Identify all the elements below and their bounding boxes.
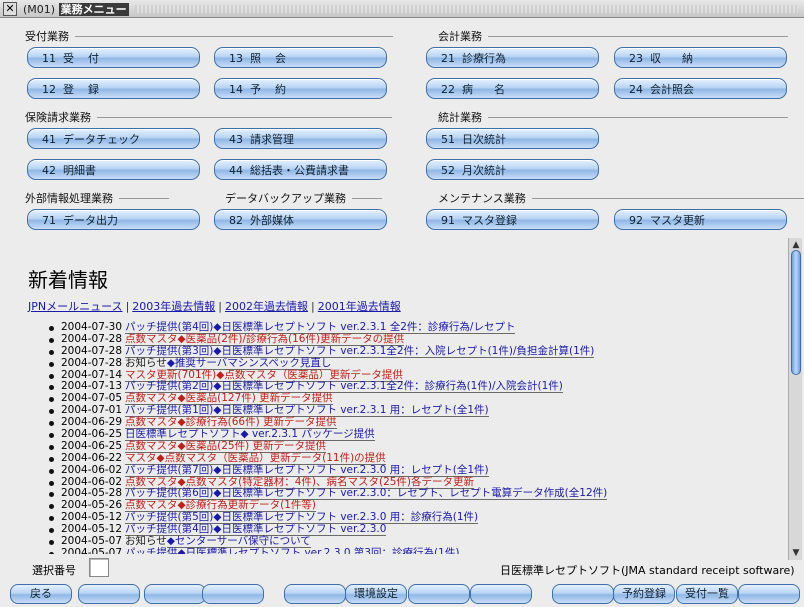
news-item: 2004-05-07 パッチ提供◆日医標準レセプトソフト ver.2.3.0 第3… <box>49 546 607 554</box>
news-item: 2004-07-28 点数マスタ◆医薬品(2件)/診療行為(16件)更新データの提… <box>49 332 607 346</box>
news-date: 2004-06-02 <box>61 475 123 488</box>
window-title-text: 業務メニュー <box>58 2 129 16</box>
button-43-claim-management[interactable]: 43 請求管理 <box>214 128 387 149</box>
news-item: 2004-06-22 マスタ◆点数マスタ（医薬品）更新データ(11件)の提供 <box>49 451 607 465</box>
button-21-treatment[interactable]: 21 診療行為 <box>426 47 599 68</box>
button-71-data-output[interactable]: 71 データ出力 <box>27 209 200 230</box>
news-archive-links: JPNメールニュース | 2003年過去情報 | 2002年過去情報 | 2001年過去情報 <box>28 300 401 313</box>
button-82-external-media[interactable]: 82 外部媒体 <box>214 209 387 230</box>
button-24-accounting-inquiry[interactable]: 24 会計照会 <box>614 78 787 99</box>
scroll-down-arrow-icon[interactable]: ▼ <box>789 546 803 560</box>
link-2002-archive[interactable]: 2002年過去情報 <box>225 300 308 313</box>
news-item: 2004-06-25 点数マスタ◆医薬品(25件) 更新データ提供 <box>49 439 607 453</box>
fkey-8[interactable] <box>470 584 532 604</box>
fkey-2[interactable] <box>78 584 140 604</box>
button-11-reception[interactable]: 11 受 付 <box>27 47 200 68</box>
button-13-inquiry[interactable]: 13 照 会 <box>214 47 387 68</box>
fkey-10-reservation-register[interactable]: 予約登録 <box>613 584 675 604</box>
news-link[interactable]: 点数マスタ◆医薬品(25件) 更新データ提供 <box>125 439 326 453</box>
news-scrollbar[interactable]: ▲ ▼ <box>788 238 802 560</box>
news-date: 2004-05-12 <box>61 511 123 524</box>
group-label-reception: 受付業務 <box>25 28 393 44</box>
news-date: 2004-07-28 <box>61 332 123 345</box>
group-label-statistics: 統計業務 <box>438 109 788 125</box>
scrollbar-thumb[interactable] <box>791 250 801 375</box>
button-92-master-update[interactable]: 92 マスタ更新 <box>614 209 787 230</box>
group-label-accounting: 会計業務 <box>438 28 788 44</box>
fkey-7[interactable] <box>408 584 470 604</box>
news-date: 2004-05-26 <box>61 499 123 512</box>
window-title: (M01) 業務メニュー <box>23 1 129 17</box>
fkey-6-env-settings[interactable]: 環境設定 <box>345 584 407 604</box>
fkey-1-back[interactable]: 戻る <box>10 584 72 604</box>
link-jpn-mail-news[interactable]: JPNメールニュース <box>28 300 123 313</box>
select-number-label: 選択番号 <box>32 564 76 577</box>
news-date: 2004-07-28 <box>61 344 123 357</box>
news-date: 2004-07-28 <box>61 356 123 369</box>
news-date: 2004-06-22 <box>61 451 123 464</box>
button-51-daily-stats[interactable]: 51 日次統計 <box>426 128 599 149</box>
link-2003-archive[interactable]: 2003年過去情報 <box>132 300 215 313</box>
link-2001-archive[interactable]: 2001年過去情報 <box>318 300 401 313</box>
news-panel: 新着情報 JPNメールニュース | 2003年過去情報 | 2002年過去情報 | 2001… <box>23 262 783 554</box>
news-item: 2004-07-28 お知らせ◆推奨サーバマシンスペック見直し <box>49 356 607 370</box>
fkey-4[interactable] <box>202 584 264 604</box>
button-44-summary-public-claim[interactable]: 44 総括表・公費請求書 <box>214 159 387 180</box>
news-date: 2004-05-07 <box>61 535 123 548</box>
window-id: (M01) <box>23 2 56 16</box>
news-date: 2004-05-28 <box>61 487 123 500</box>
news-item: 2004-06-02 パッチ提供(第7回)◆日医標準レセプトソフト ver.2.3… <box>49 463 607 477</box>
group-label-backup: データバックアップ業務 <box>225 190 382 206</box>
news-link[interactable]: ◆推奨サーバマシンスペック見直し <box>166 356 332 370</box>
news-title: 新着情報 <box>28 268 108 292</box>
button-12-register[interactable]: 12 登 録 <box>27 78 200 99</box>
fkey-3[interactable] <box>144 584 206 604</box>
title-bar-stripes <box>134 4 798 13</box>
news-date: 2004-06-29 <box>61 416 123 429</box>
news-link[interactable]: 点数マスタ◆医薬品(2件)/診療行為(16件)更新データの提供 <box>125 332 405 346</box>
news-category: お知らせ <box>125 356 167 369</box>
news-link[interactable]: パッチ提供(第7回)◆日医標準レセプトソフト ver.2.3.0 用：レセプト(… <box>125 463 489 477</box>
news-date: 2004-06-25 <box>61 439 123 452</box>
group-label-maintenance: メンテナンス業務 <box>438 190 804 206</box>
news-link[interactable]: パッチ提供◆日医標準レセプトソフト ver.2.3.0 第3回：診療行為(1件) <box>125 546 460 554</box>
news-date: 2004-06-25 <box>61 428 123 441</box>
button-14-reservation[interactable]: 14 予 約 <box>214 78 387 99</box>
application-name: 日医標準レセプトソフト(JMA standard receipt softwar… <box>500 564 795 577</box>
news-link[interactable]: マスタ◆点数マスタ（医薬品）更新データ(11件)の提供 <box>125 451 386 465</box>
fkey-5[interactable] <box>284 584 346 604</box>
news-link[interactable]: パッチ提供(第3回)◆日医標準レセプトソフト ver.2.3.1全2件：入院レセ… <box>125 344 595 358</box>
button-91-master-register[interactable]: 91 マスタ登録 <box>426 209 599 230</box>
fkey-12[interactable] <box>738 584 800 604</box>
news-date: 2004-07-30 <box>61 321 123 333</box>
button-22-disease-name[interactable]: 22 病 名 <box>426 78 599 99</box>
news-date: 2004-05-07 <box>61 546 123 554</box>
close-icon[interactable]: ✕ <box>3 1 17 16</box>
button-42-statement[interactable]: 42 明細書 <box>27 159 200 180</box>
select-number-input[interactable] <box>89 558 109 577</box>
news-list: 2004-07-30 パッチ提供(第4回)◆日医標準レセプトソフト ver.2.3… <box>49 321 608 554</box>
fkey-9[interactable] <box>552 584 614 604</box>
group-label-external-info: 外部情報処理業務 <box>25 190 169 206</box>
button-23-payment[interactable]: 23 収 納 <box>614 47 787 68</box>
button-52-monthly-stats[interactable]: 52 月次統計 <box>426 159 599 180</box>
news-date: 2004-07-14 <box>61 368 123 381</box>
news-category: お知らせ <box>125 535 167 548</box>
fkey-11-reception-list[interactable]: 受付一覧 <box>676 584 738 604</box>
function-key-bar: 戻る 環境設定 予約登録 受付一覧 <box>0 583 804 607</box>
news-date: 2004-06-02 <box>61 463 123 476</box>
title-bar: ✕ (M01) 業務メニュー <box>0 0 804 18</box>
news-date: 2004-07-05 <box>61 392 123 405</box>
button-41-data-check[interactable]: 41 データチェック <box>27 128 200 149</box>
news-date: 2004-07-01 <box>61 404 123 417</box>
news-date: 2004-07-13 <box>61 380 123 393</box>
news-date: 2004-05-12 <box>61 523 123 536</box>
group-label-insurance-claim: 保険請求業務 <box>25 109 392 125</box>
